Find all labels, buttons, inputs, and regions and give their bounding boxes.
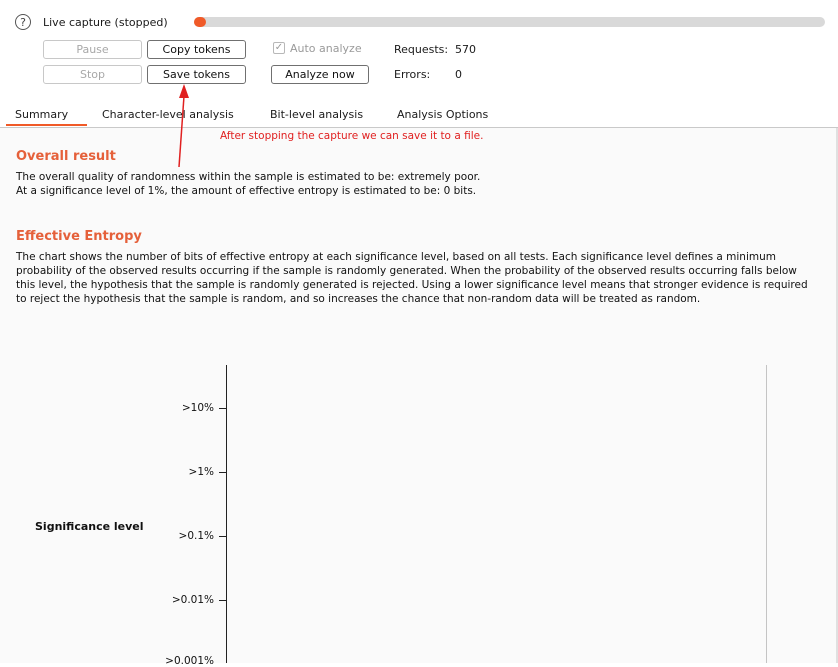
effective-entropy-description: The chart shows the number of bits of ef…	[16, 251, 808, 305]
annotation-arrow-icon	[178, 84, 189, 168]
save-tokens-button[interactable]: Save tokens	[147, 65, 246, 84]
tab-bar: Summary Character-level analysis Bit-lev…	[0, 104, 838, 128]
annotation-text: After stopping the capture we can save i…	[220, 130, 484, 142]
overall-result-heading: Overall result	[16, 149, 116, 164]
tab-analysis-options[interactable]: Analysis Options	[397, 108, 488, 121]
auto-analyze-checkbox[interactable]: ✓	[273, 42, 285, 54]
stop-button[interactable]: Stop	[43, 65, 142, 84]
requests-value: 570	[455, 43, 476, 56]
tab-character-level-analysis[interactable]: Character-level analysis	[102, 108, 234, 121]
chart-right-border	[766, 365, 767, 663]
tab-summary[interactable]: Summary	[15, 108, 68, 121]
tab-bit-level-analysis[interactable]: Bit-level analysis	[270, 108, 363, 121]
capture-progress-bar	[194, 17, 825, 27]
pause-button[interactable]: Pause	[43, 40, 142, 59]
chart-y-axis-line	[226, 365, 227, 663]
chart-tick-mark	[219, 536, 226, 537]
chart-y-axis-label: Significance level	[35, 520, 144, 533]
active-tab-indicator	[6, 124, 87, 126]
chart-tick-mark	[219, 600, 226, 601]
summary-panel[interactable]	[0, 128, 837, 663]
effective-entropy-heading: Effective Entropy	[16, 229, 142, 244]
overall-result-line-1: The overall quality of randomness within…	[16, 171, 481, 183]
errors-value: 0	[455, 68, 462, 81]
errors-label: Errors:	[394, 68, 431, 81]
requests-label: Requests:	[394, 43, 449, 56]
chart-tick-label: >10%	[181, 402, 214, 414]
chart-tick-label: >0.001%	[165, 655, 214, 667]
auto-analyze-label: Auto analyze	[290, 42, 362, 55]
chart-tick-mark	[219, 408, 226, 409]
help-icon[interactable]: ?	[15, 14, 31, 30]
chart-tick-label: >0.1%	[178, 530, 214, 542]
chart-tick-mark	[219, 472, 226, 473]
copy-tokens-button[interactable]: Copy tokens	[147, 40, 246, 59]
capture-progress-fill	[194, 17, 206, 27]
overall-result-line-2: At a significance level of 1%, the amoun…	[16, 185, 477, 197]
chart-tick-label: >0.01%	[171, 594, 214, 606]
chart-tick-label: >1%	[188, 466, 214, 478]
analyze-now-button[interactable]: Analyze now	[271, 65, 369, 84]
capture-status-label: Live capture (stopped)	[43, 16, 168, 29]
